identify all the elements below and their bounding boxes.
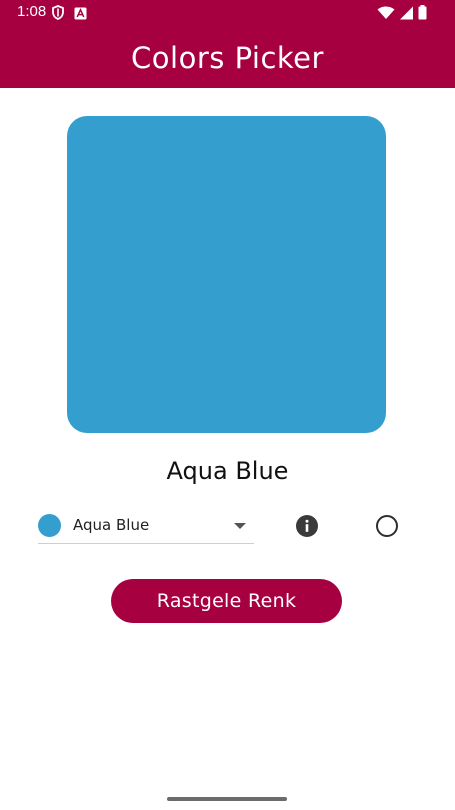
shield-icon — [52, 5, 64, 24]
app-screen: 1:08 Colors Picker Aqua Blue Aqua Blue R… — [0, 0, 455, 810]
info-icon[interactable] — [296, 515, 318, 537]
signal-icon — [399, 5, 414, 24]
app-bar: 1:08 Colors Picker — [0, 0, 455, 88]
color-dropdown[interactable]: Aqua Blue — [38, 508, 254, 544]
dropdown-arrow-icon — [234, 523, 246, 529]
color-dot-icon — [38, 514, 61, 537]
wifi-icon — [377, 5, 395, 24]
status-left-icons — [52, 5, 87, 24]
radio-button-icon[interactable] — [376, 515, 398, 537]
color-preview-swatch — [67, 116, 386, 433]
dropdown-selected-label: Aqua Blue — [73, 516, 150, 534]
app-notification-icon — [74, 5, 87, 24]
navigation-gesture-bar[interactable] — [167, 797, 287, 801]
status-right-icons — [377, 5, 427, 24]
status-time: 1:08 — [17, 3, 47, 20]
random-color-button[interactable]: Rastgele Renk — [111, 579, 342, 623]
battery-icon — [418, 5, 427, 24]
app-title: Colors Picker — [131, 41, 324, 75]
selected-color-name: Aqua Blue — [166, 457, 289, 485]
